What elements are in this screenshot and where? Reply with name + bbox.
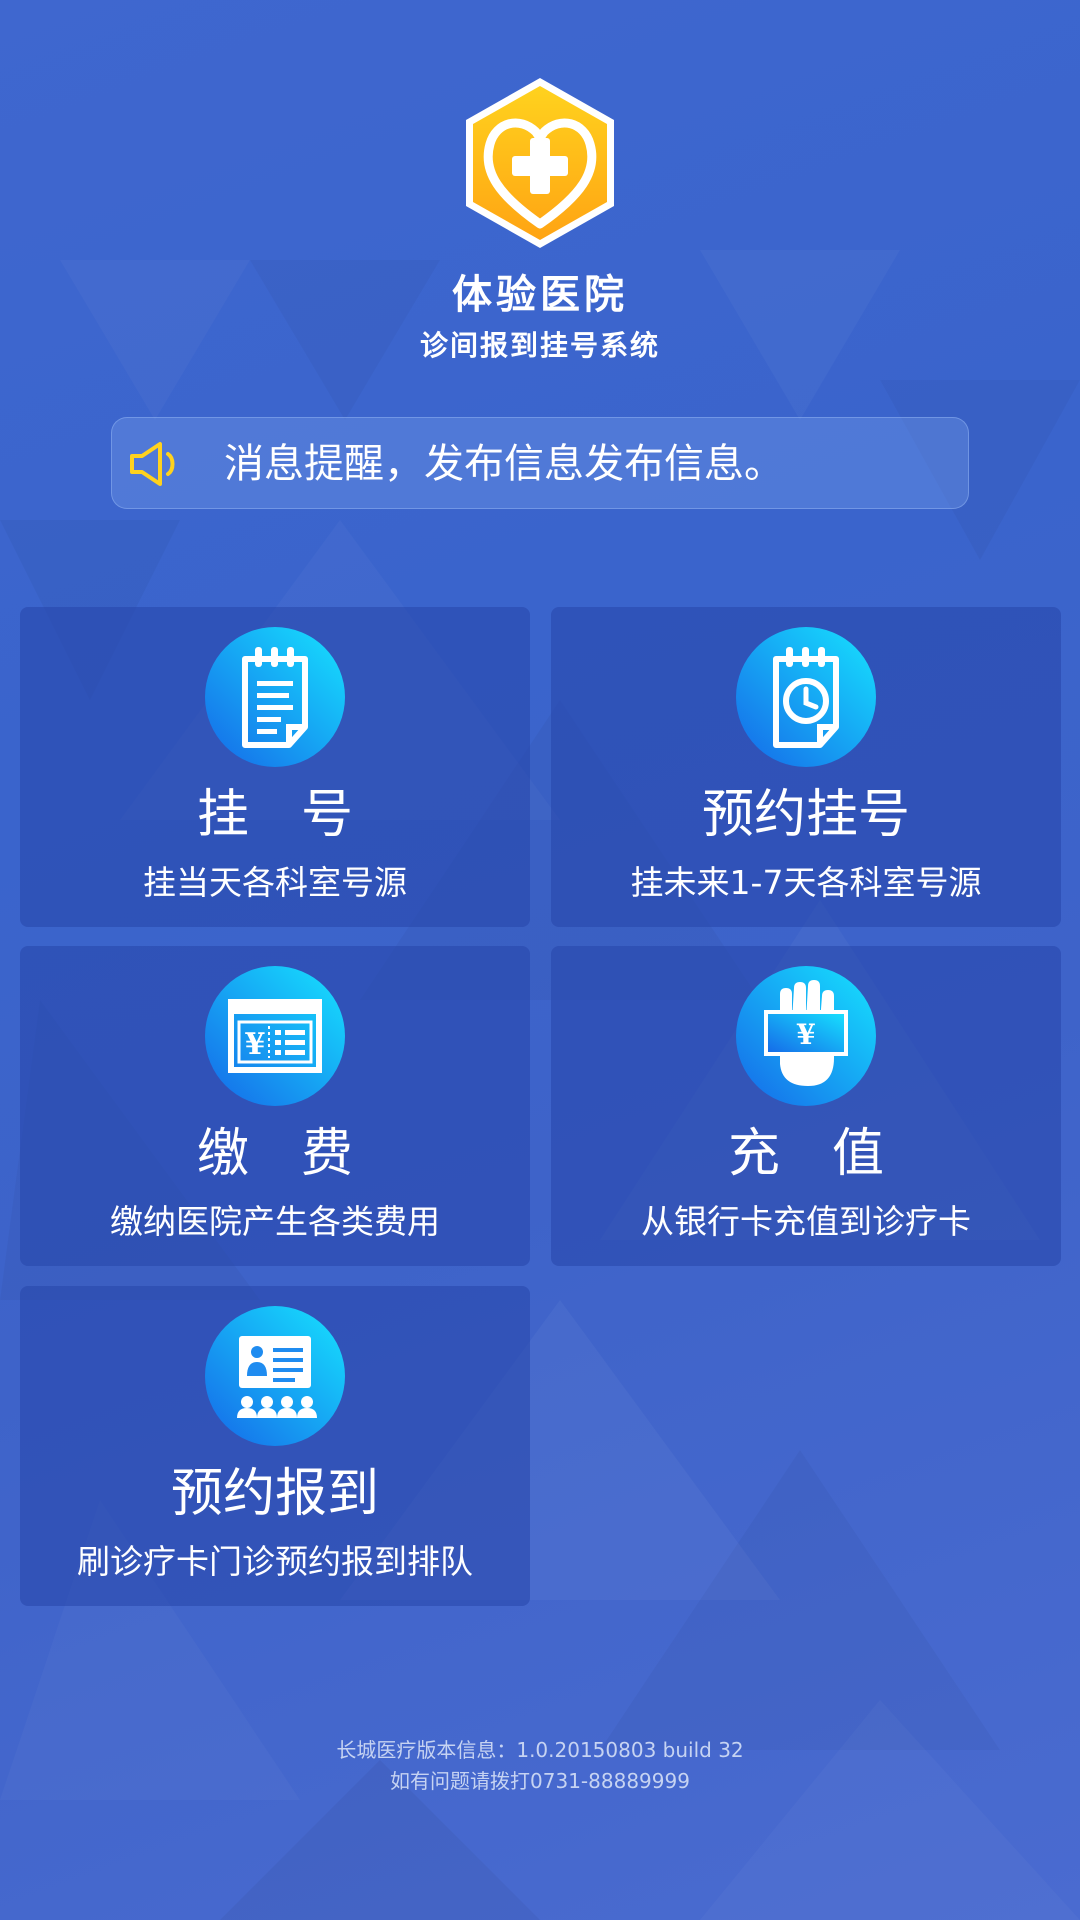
svg-text:¥: ¥ [796, 1018, 815, 1051]
appointment-register-desc: 挂未来1-7天各科室号源 [630, 863, 982, 902]
payment-title: 缴 费 [196, 1124, 353, 1184]
id-card-queue-icon [205, 1306, 345, 1446]
check-in-title: 预约报到 [170, 1464, 379, 1524]
hand-banknote-icon: ¥ [736, 966, 876, 1106]
notice-bar[interactable]: 消息提醒，发布信息发布信息。 [111, 417, 969, 509]
svg-text:¥: ¥ [245, 1027, 266, 1062]
recharge-title: 充 值 [727, 1124, 884, 1184]
contact-info: 如有问题请拨打0731-88889999 [390, 1769, 690, 1793]
notepad-clock-icon [736, 627, 876, 767]
register-tile[interactable]: 挂 号 挂当天各科室号源 [20, 607, 530, 927]
payment-tile[interactable]: ¥ 缴 费 缴纳医院产生各类费用 [20, 946, 530, 1266]
check-in-desc: 刷诊疗卡门诊预约报到排队 [77, 1542, 473, 1581]
recharge-tile[interactable]: ¥ 充 值 从银行卡充值到诊疗卡 [551, 946, 1061, 1266]
register-desc: 挂当天各科室号源 [143, 863, 407, 902]
notepad-icon [205, 627, 345, 767]
version-info: 长城医疗版本信息：1.0.20150803 build 32 [336, 1738, 744, 1762]
bill-yuan-icon: ¥ [205, 966, 345, 1106]
register-title: 挂 号 [196, 785, 353, 845]
payment-desc: 缴纳医院产生各类费用 [110, 1202, 440, 1241]
app-title: 体验医院 [452, 271, 628, 318]
app-subtitle: 诊间报到挂号系统 [419, 329, 660, 362]
recharge-desc: 从银行卡充值到诊疗卡 [641, 1202, 971, 1241]
appointment-register-title: 预约挂号 [701, 785, 910, 845]
check-in-tile[interactable]: 预约报到 刷诊疗卡门诊预约报到排队 [20, 1286, 530, 1606]
hospital-heart-cross-icon [466, 78, 614, 248]
speaker-icon [130, 442, 175, 486]
hospital-logo [460, 74, 620, 254]
notice-text: 消息提醒，发布信息发布信息。 [224, 441, 784, 487]
appointment-register-tile[interactable]: 预约挂号 挂未来1-7天各科室号源 [551, 607, 1061, 927]
